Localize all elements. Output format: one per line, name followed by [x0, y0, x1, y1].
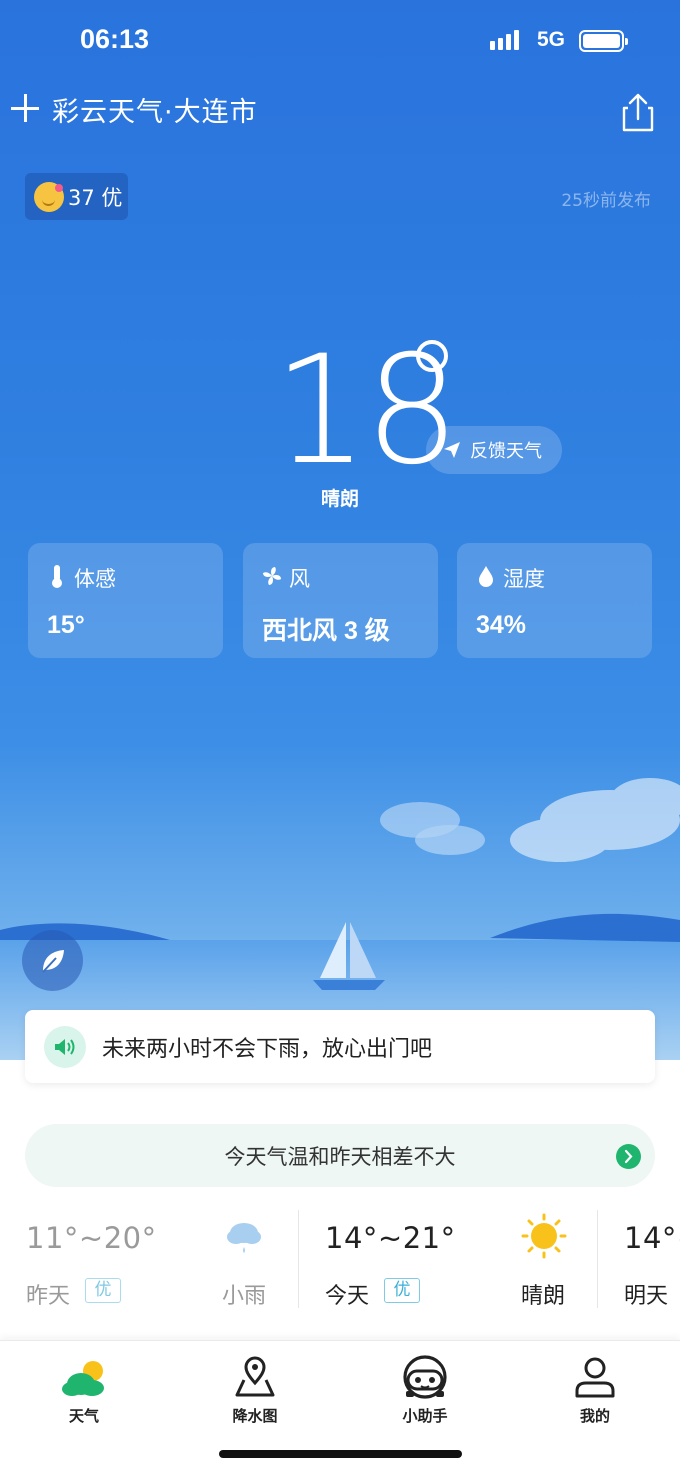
- day-label: 昨天: [26, 1284, 71, 1309]
- day-yesterday[interactable]: 11°~20° 昨天 优 小雨: [0, 1205, 298, 1315]
- thermometer-icon: [52, 565, 62, 588]
- droplet-icon: [479, 566, 493, 587]
- mountain-right: [490, 913, 680, 942]
- speaker-icon[interactable]: [44, 1025, 86, 1068]
- wind-value: 西北风 3 级: [262, 617, 390, 645]
- mountain-left: [0, 923, 170, 940]
- feels-like-card[interactable]: 体感 15°: [28, 543, 223, 658]
- feels-like-label: 体感: [74, 567, 116, 591]
- weather-hero: 06:13 5G 彩云天气·大连市 37 优 25秒前发布 18 反馈天气 晴朗: [0, 0, 680, 1060]
- chevron-right-icon[interactable]: [616, 1144, 641, 1169]
- smiley-face-icon: [34, 181, 64, 212]
- leaf-button[interactable]: [22, 930, 83, 991]
- fan-icon: [263, 567, 281, 585]
- aqi-tag: 优: [85, 1278, 121, 1303]
- published-time: 25秒前发布: [561, 191, 651, 211]
- current-condition: 晴朗: [320, 488, 359, 510]
- humidity-card[interactable]: 湿度 34%: [457, 543, 652, 658]
- tab-precipitation-map[interactable]: 降水图: [205, 1353, 305, 1433]
- tab-label: 我的: [579, 1407, 610, 1425]
- send-icon: [444, 442, 460, 458]
- day-condition: 小雨: [222, 1284, 267, 1309]
- compare-text: 今天气温和昨天相差不大: [224, 1144, 456, 1169]
- tab-profile[interactable]: 我的: [545, 1353, 645, 1433]
- feels-like-value: 15°: [47, 611, 85, 639]
- status-time: 06:13: [80, 24, 150, 54]
- network-label: 5G: [537, 28, 566, 51]
- weather-icon: [62, 1361, 104, 1396]
- tab-label: 小助手: [402, 1407, 448, 1425]
- detail-cards: 体感 15° 风 西北风 3 级 湿度 34%: [28, 543, 652, 658]
- day-temp-range: 14°~21°: [325, 1221, 456, 1255]
- feedback-weather-button[interactable]: 反馈天气: [426, 426, 562, 474]
- assistant-robot-icon: [403, 1355, 447, 1399]
- wind-label: 风: [289, 567, 310, 591]
- aqi-badge[interactable]: 37 优: [25, 173, 128, 220]
- home-indicator: [219, 1450, 462, 1458]
- share-icon[interactable]: [620, 92, 656, 132]
- day-label: 今天: [325, 1284, 370, 1309]
- rain-cloud-icon: [227, 1223, 261, 1253]
- rain-notice[interactable]: 未来两小时不会下雨，放心出门吧: [25, 1010, 655, 1083]
- page-title[interactable]: 彩云天气·大连市: [52, 90, 258, 129]
- leaf-icon: [41, 949, 64, 973]
- feedback-label: 反馈天气: [470, 441, 542, 462]
- tab-label: 降水图: [232, 1407, 278, 1425]
- top-header: 彩云天气·大连市: [0, 88, 680, 132]
- temperature-compare-banner[interactable]: 今天气温和昨天相差不大: [25, 1124, 655, 1187]
- degree-symbol: [416, 340, 448, 372]
- tab-assistant[interactable]: 小助手: [375, 1353, 475, 1433]
- aqi-tag: 优: [384, 1278, 420, 1303]
- cloud-decoration: [380, 778, 680, 862]
- plus-icon[interactable]: [10, 92, 42, 124]
- tab-weather[interactable]: 天气: [34, 1353, 134, 1433]
- day-label: 明天: [624, 1284, 669, 1309]
- humidity-value: 34%: [476, 611, 527, 639]
- map-pin-icon: [235, 1356, 275, 1397]
- aqi-value: 37 优: [68, 185, 123, 210]
- day-temp-range: 11°~20°: [26, 1221, 157, 1255]
- day-tomorrow[interactable]: 14°~ 明天: [598, 1205, 680, 1315]
- wind-card[interactable]: 风 西北风 3 级: [243, 543, 438, 658]
- rain-notice-text: 未来两小时不会下雨，放心出门吧: [102, 1036, 433, 1062]
- daily-forecast: 11°~20° 昨天 优 小雨 14°~21° 今天 优 晴朗 14°~ 明天: [0, 1205, 680, 1315]
- divider: [298, 1210, 299, 1308]
- day-condition: 晴朗: [521, 1284, 566, 1309]
- signal-icon: [490, 30, 519, 50]
- status-bar: 06:13 5G: [0, 22, 680, 62]
- day-temp-range: 14°~: [624, 1221, 680, 1255]
- user-icon: [575, 1357, 615, 1398]
- day-today[interactable]: 14°~21° 今天 优 晴朗: [299, 1205, 597, 1315]
- tab-label: 天气: [68, 1407, 99, 1425]
- divider: [597, 1210, 598, 1308]
- sun-icon: [521, 1213, 567, 1259]
- battery-icon: [579, 30, 628, 52]
- humidity-label: 湿度: [503, 567, 545, 591]
